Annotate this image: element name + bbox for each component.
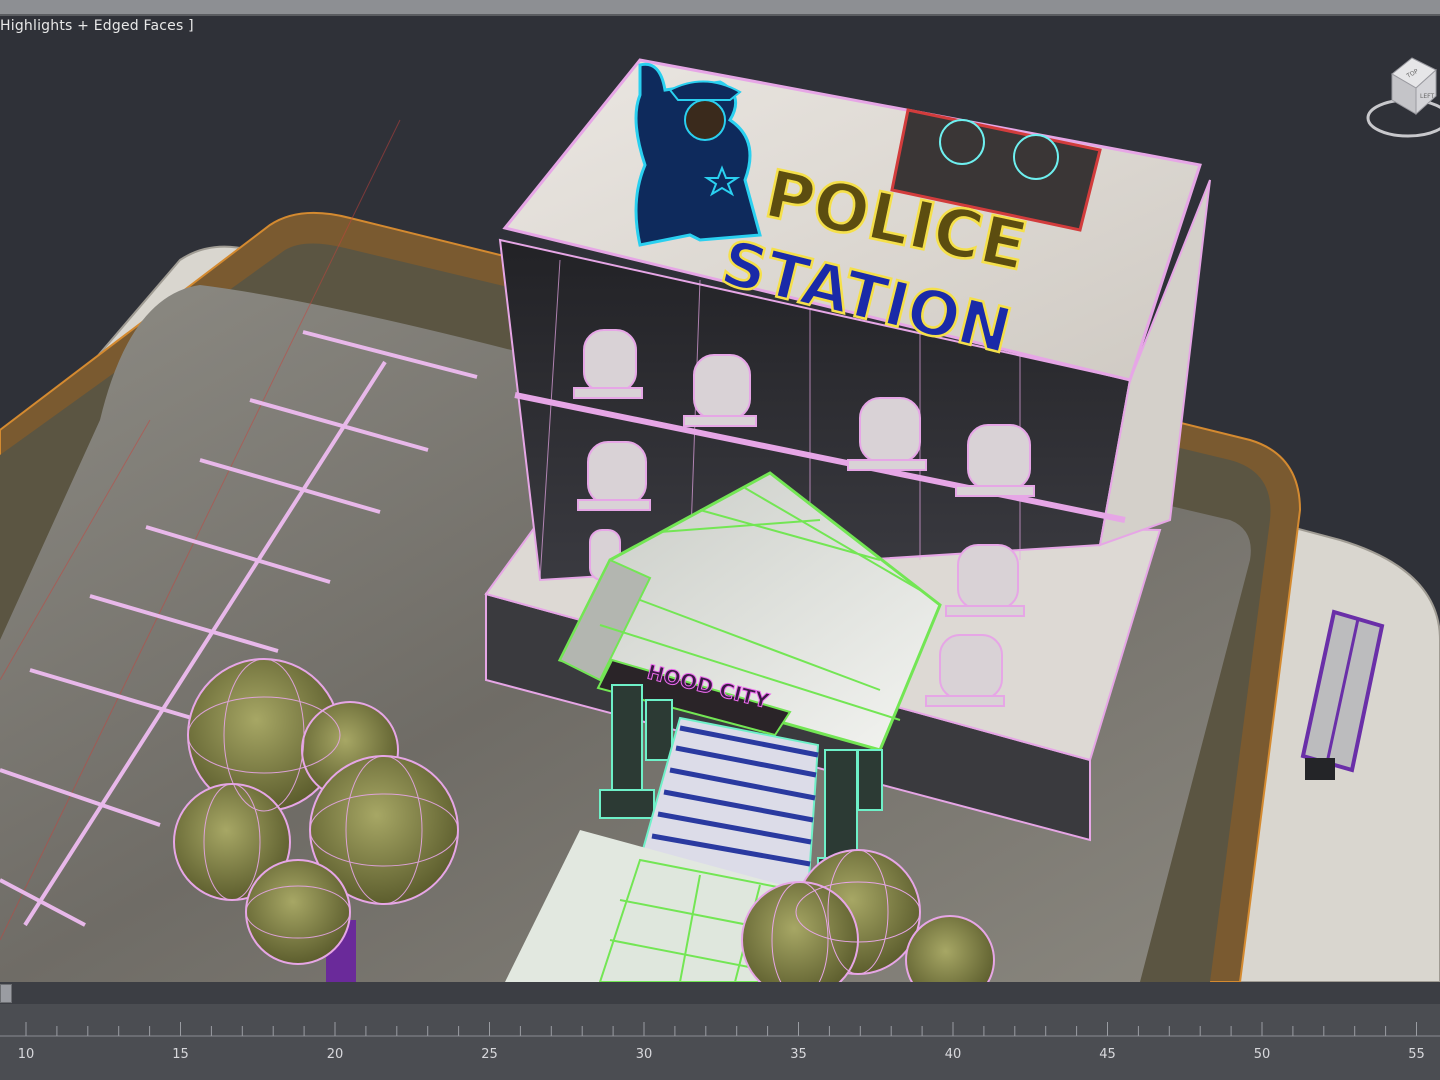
viewport-label[interactable]: Highlights + Edged Faces ] — [0, 18, 194, 34]
time-slider[interactable] — [0, 982, 1440, 1005]
ruler-label: 50 — [1254, 1047, 1271, 1062]
frame-ruler[interactable]: 101520253035404550556065707580859095100 — [0, 1004, 1440, 1080]
ruler-label: 15 — [172, 1047, 189, 1062]
ruler-label: 55 — [1408, 1047, 1425, 1062]
ruler-label: 20 — [327, 1047, 344, 1062]
ruler-label: 35 — [790, 1047, 807, 1062]
ruler-label: 45 — [1099, 1047, 1116, 1062]
track-bar[interactable]: 101520253035404550556065707580859095100 — [0, 1004, 1440, 1080]
timeline: 101520253035404550556065707580859095100 — [0, 982, 1440, 1080]
ruler-label: 10 — [18, 1047, 35, 1062]
title-bar — [0, 0, 1440, 16]
viewcube-icon[interactable]: TOP LEFT — [1364, 54, 1440, 140]
viewcube-side-label: LEFT — [1420, 93, 1434, 100]
perspective-viewport[interactable]: Highlights + Edged Faces ] POLICE STATIO… — [0, 16, 1440, 982]
ruler-label: 30 — [636, 1047, 653, 1062]
ruler-label: 25 — [481, 1047, 498, 1062]
scene-render[interactable]: POLICE STATION HOOD CITY — [0, 16, 1440, 982]
ruler-label: 40 — [945, 1047, 962, 1062]
time-slider-thumb[interactable] — [0, 984, 12, 1003]
